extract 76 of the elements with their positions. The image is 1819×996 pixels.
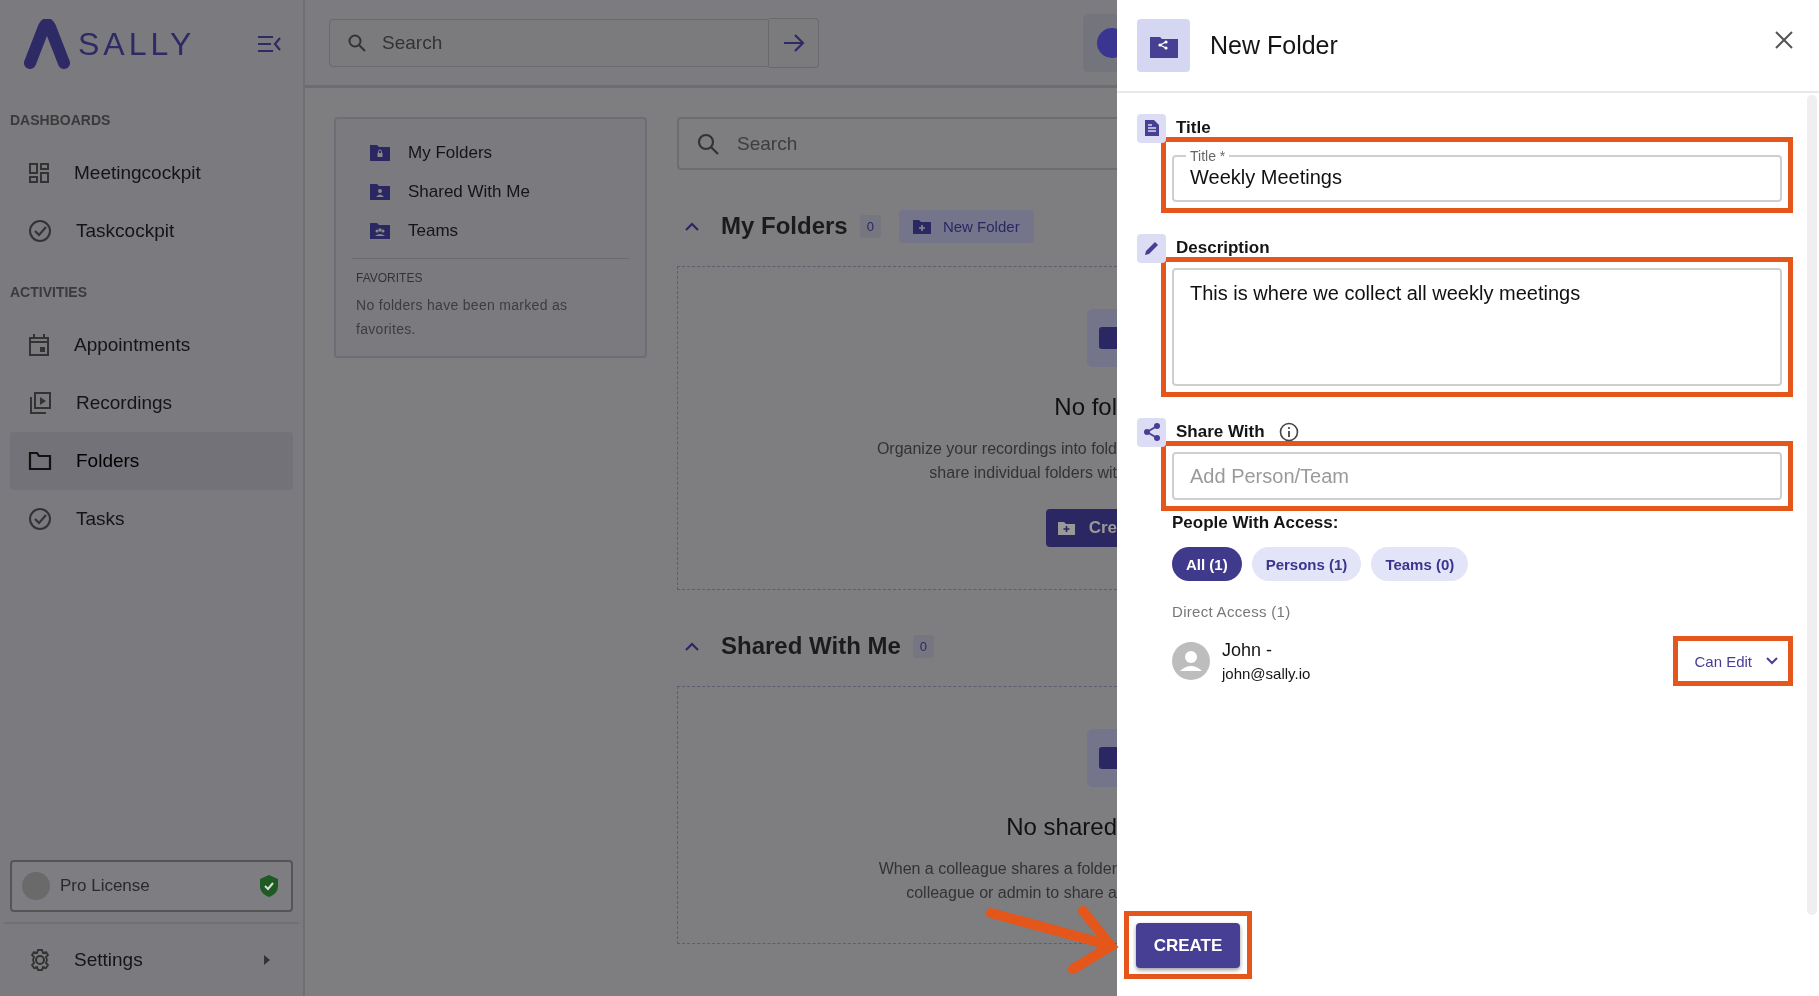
share-icon bbox=[1137, 417, 1166, 447]
document-icon bbox=[1137, 113, 1166, 143]
profile-button[interactable] bbox=[1083, 13, 1117, 72]
create-folder-button[interactable]: Cre bbox=[1045, 509, 1117, 547]
favorites-empty-text: No folders have been marked as favorites. bbox=[356, 296, 569, 339]
empty-state-text: colleague or admin to share a bbox=[906, 883, 1117, 903]
panel-title: New Folder bbox=[1210, 31, 1339, 60]
section-label: Description bbox=[1176, 238, 1270, 258]
description-field[interactable]: This is where we collect all weekly meetings bbox=[1172, 268, 1782, 386]
empty-state-text: share individual folders wit bbox=[929, 463, 1117, 483]
person-email: john@sally.io bbox=[1222, 665, 1311, 682]
settings-item[interactable]: Settings bbox=[10, 924, 293, 996]
license-button[interactable]: Pro License bbox=[10, 860, 293, 912]
sidebar-item[interactable]: Recordings bbox=[10, 374, 293, 432]
dashboard-icon bbox=[28, 162, 50, 184]
sidebar-item[interactable]: Taskcockpit bbox=[10, 202, 293, 260]
add-person-field[interactable]: Add Person/Team bbox=[1172, 452, 1782, 500]
section-title: My Folders bbox=[721, 212, 848, 240]
folder-nav-item[interactable]: Shared With Me bbox=[352, 172, 629, 211]
count-badge: 0 bbox=[859, 214, 881, 238]
check-circle-icon bbox=[28, 507, 52, 531]
count-badge: 0 bbox=[912, 634, 935, 658]
person-folder-icon bbox=[370, 183, 390, 200]
filter-chip[interactable]: Teams (0) bbox=[1371, 547, 1469, 581]
empty-state-title: No fol bbox=[1054, 393, 1117, 421]
chevron-up-icon[interactable] bbox=[685, 221, 699, 231]
favorites-heading: FAVORITES bbox=[356, 271, 424, 285]
section-label: Title bbox=[1176, 118, 1211, 138]
empty-state-text: Organize your recordings into fold bbox=[876, 439, 1117, 459]
sidebar-item[interactable]: Appointments bbox=[10, 316, 293, 374]
caret-icon bbox=[263, 954, 271, 966]
arrow-right-icon bbox=[782, 32, 805, 53]
new-folder-button[interactable]: New Folder bbox=[898, 209, 1034, 243]
shared-folder-icon bbox=[1137, 19, 1190, 72]
logo-icon bbox=[24, 19, 70, 69]
empty-state-text: When a colleague shares a folder bbox=[878, 859, 1117, 879]
calendar-icon bbox=[28, 333, 50, 357]
pencil-icon bbox=[1137, 233, 1166, 263]
folder-plus-icon bbox=[1057, 521, 1075, 535]
title-field[interactable]: Title * Weekly Meetings bbox=[1172, 148, 1782, 202]
settings-icon bbox=[28, 948, 52, 972]
section-label: Share With bbox=[1176, 422, 1265, 442]
search-field[interactable]: Search bbox=[329, 18, 769, 67]
access-heading: People With Access: bbox=[1172, 513, 1340, 533]
avatar-icon bbox=[1172, 642, 1210, 680]
logo-text: SALLY bbox=[78, 25, 196, 63]
direct-access-heading: Direct Access (1) bbox=[1172, 603, 1292, 620]
folder-search-field[interactable]: Search bbox=[677, 117, 1117, 170]
folder-icon bbox=[28, 451, 52, 471]
section-heading: ACTIVITIES bbox=[10, 284, 88, 300]
search-icon bbox=[697, 132, 719, 155]
sidebar-item[interactable]: Meetingcockpit bbox=[10, 144, 293, 202]
chevron-down-icon bbox=[1766, 657, 1778, 665]
person-name: John - bbox=[1222, 640, 1274, 661]
folder-nav-item[interactable]: My Folders bbox=[352, 133, 629, 172]
folder-nav-item[interactable]: Teams bbox=[352, 211, 629, 250]
section-title: Shared With Me bbox=[721, 632, 901, 660]
sidebar-item[interactable]: Tasks bbox=[10, 490, 293, 548]
folder-plus-icon bbox=[912, 218, 931, 234]
shield-check-icon bbox=[259, 874, 279, 898]
collapse-menu-icon[interactable] bbox=[257, 35, 281, 53]
check-circle-icon bbox=[28, 219, 52, 243]
go-button[interactable] bbox=[769, 17, 819, 68]
search-icon bbox=[348, 33, 366, 52]
chevron-up-icon[interactable] bbox=[685, 641, 699, 651]
filter-chip[interactable]: Persons (1) bbox=[1251, 547, 1362, 581]
group-folder-icon bbox=[370, 222, 390, 239]
sidebar-item[interactable]: Folders bbox=[10, 432, 293, 490]
empty-state-title: No shared bbox=[1006, 813, 1117, 841]
section-heading: DASHBOARDS bbox=[10, 112, 112, 128]
lock-folder-icon bbox=[370, 144, 390, 161]
info-icon[interactable] bbox=[1278, 422, 1299, 442]
video-library-icon bbox=[28, 391, 52, 415]
close-icon[interactable] bbox=[1775, 30, 1793, 49]
create-button[interactable]: CREATE bbox=[1136, 923, 1240, 968]
filter-chip[interactable]: All (1) bbox=[1172, 547, 1242, 581]
